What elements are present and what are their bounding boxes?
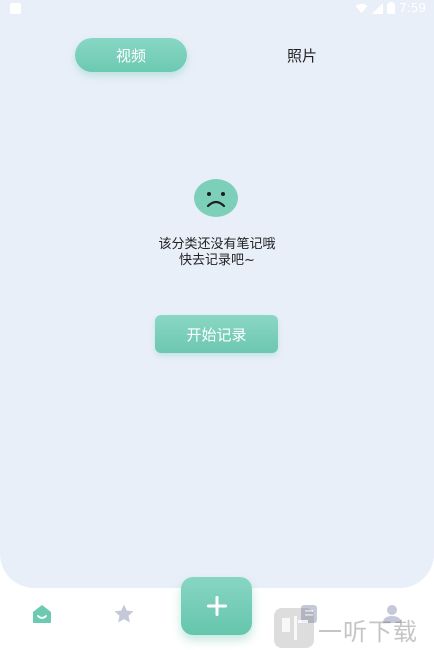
wifi-icon — [355, 3, 368, 13]
tab-photo[interactable]: 照片 — [262, 38, 342, 72]
plus-icon — [206, 596, 227, 616]
watermark: 一听下载 — [274, 606, 434, 650]
add-button[interactable] — [181, 577, 252, 635]
tab-video[interactable]: 视频 — [75, 38, 187, 72]
watermark-text: 一听下载 — [318, 618, 418, 646]
notification-icon — [10, 3, 21, 14]
empty-message: 该分类还没有笔记哦 快去记录吧~ — [117, 237, 317, 269]
sad-face-icon — [194, 179, 238, 217]
status-time: 7:59 — [399, 1, 426, 15]
start-record-button[interactable]: 开始记录 — [155, 315, 278, 353]
watermark-logo-icon — [274, 608, 314, 648]
empty-message-line1: 该分类还没有笔记哦 — [158, 237, 276, 252]
empty-message-line2: 快去记录吧~ — [179, 253, 255, 268]
status-indicators: 7:59 — [355, 1, 426, 15]
star-icon[interactable] — [113, 603, 135, 625]
home-icon[interactable] — [31, 603, 53, 625]
main-panel — [0, 0, 434, 588]
signal-icon — [372, 2, 384, 14]
status-bar: 7:59 — [0, 0, 434, 18]
battery-icon — [387, 2, 396, 14]
